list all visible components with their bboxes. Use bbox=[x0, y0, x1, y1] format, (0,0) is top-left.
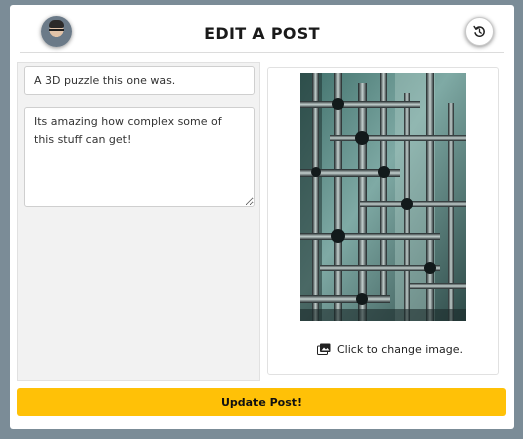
card-header: EDIT A POST bbox=[20, 5, 504, 53]
image-gallery-icon bbox=[317, 343, 331, 355]
reset-button[interactable] bbox=[465, 17, 494, 46]
post-title-input[interactable] bbox=[24, 66, 255, 95]
change-image-button[interactable]: Click to change image. bbox=[317, 341, 463, 357]
post-image[interactable] bbox=[300, 73, 466, 321]
page-title: EDIT A POST bbox=[204, 24, 320, 43]
reset-icon bbox=[473, 25, 485, 37]
change-image-label: Click to change image. bbox=[337, 342, 463, 356]
update-post-button[interactable]: Update Post! bbox=[17, 388, 506, 416]
post-body-textarea[interactable]: Its amazing how complex some of this stu… bbox=[24, 107, 255, 207]
